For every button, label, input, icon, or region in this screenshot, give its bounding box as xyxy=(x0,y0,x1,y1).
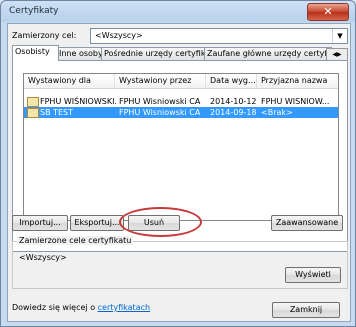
export-button[interactable]: Eksportuj... xyxy=(70,215,124,231)
purpose-label: Zamierzony cel: xyxy=(12,31,77,40)
import-button[interactable]: Importuj... xyxy=(12,215,68,231)
table-row[interactable]: FPHU WIŚNIOWSKI... FPHU Wisniowski CA 20… xyxy=(24,96,338,107)
close-icon: ✕ xyxy=(323,5,333,18)
learn-more-label: Dowiedz się więcej o xyxy=(12,303,98,312)
cell-issued-by: FPHU Wisniowski CA xyxy=(119,97,201,106)
purpose-dropdown[interactable]: <Wszyscy> ▼ xyxy=(90,28,348,44)
dialog-client: Zamierzony cel: <Wszyscy> ▼ Osobisty Inn… xyxy=(7,23,351,322)
certificate-icon xyxy=(27,108,39,118)
certificate-icon xyxy=(27,97,39,107)
window-title: Certyfikaty xyxy=(9,6,59,16)
cell-expiry: 2014-09-18 xyxy=(210,108,256,117)
group-title: Zamierzone cele certyfikatu xyxy=(17,236,134,245)
column-issued-to[interactable]: Wystawiony dla xyxy=(24,74,115,88)
tab-other-people[interactable]: Inne osoby xyxy=(56,47,104,60)
table-row-selected[interactable]: SB TEST FPHU Wisniowski CA 2014-09-18 <B… xyxy=(24,107,338,118)
intended-purposes-group: Zamierzone cele certyfikatu <Wszyscy> Wy… xyxy=(12,236,348,289)
tab-personal[interactable]: Osobisty xyxy=(12,45,59,61)
group-value: <Wszyscy> xyxy=(19,253,67,262)
tab-trusted-root-ca[interactable]: Zaufane główne urzędy certyfikacji xyxy=(204,47,332,60)
view-button[interactable]: Wyświetl xyxy=(285,267,341,283)
purpose-value: <Wszyscy> xyxy=(95,31,143,40)
remove-highlight-circle xyxy=(119,207,202,237)
tab-strip: Osobisty Inne osoby Pośrednie urzędy cer… xyxy=(12,45,350,61)
cell-friendly-name: <Brak> xyxy=(261,108,293,117)
column-issued-by[interactable]: Wystawiony przez xyxy=(115,74,206,88)
column-friendly-name: Przyjazna nazwa xyxy=(261,76,328,85)
tab-intermediate-ca[interactable]: Pośrednie urzędy certyfikacji xyxy=(101,47,207,60)
cell-issued-to: FPHU WIŚNIOWSKI... xyxy=(40,97,116,106)
cell-expiry: 2014-10-12 xyxy=(210,97,256,106)
title-bar[interactable]: Certyfikaty ✕ xyxy=(1,1,355,23)
advanced-button[interactable]: Zaawansowane xyxy=(271,215,343,231)
cell-friendly-name: FPHU WISNIOW... xyxy=(261,97,330,106)
certificates-window: Certyfikaty ✕ Zamierzony cel: <Wszyscy> … xyxy=(0,0,356,327)
window-close-button[interactable]: ✕ xyxy=(307,3,349,21)
list-header: Wystawiony dla Wystawiony przez Data wyg… xyxy=(24,74,338,89)
cell-issued-by: FPHU Wisniowski CA xyxy=(119,108,201,117)
column-expiry-date[interactable]: Data wyg... xyxy=(206,74,257,88)
close-button[interactable]: Zamknij xyxy=(272,302,340,318)
certificates-link[interactable]: certyfikatach xyxy=(98,303,150,312)
cell-issued-to: SB TEST xyxy=(40,108,74,117)
chevron-down-icon: ▼ xyxy=(332,29,347,43)
learn-more-text: Dowiedz się więcej o certyfikatach xyxy=(12,303,150,312)
certificate-list[interactable]: Wystawiony dla Wystawiony przez Data wyg… xyxy=(23,73,339,221)
